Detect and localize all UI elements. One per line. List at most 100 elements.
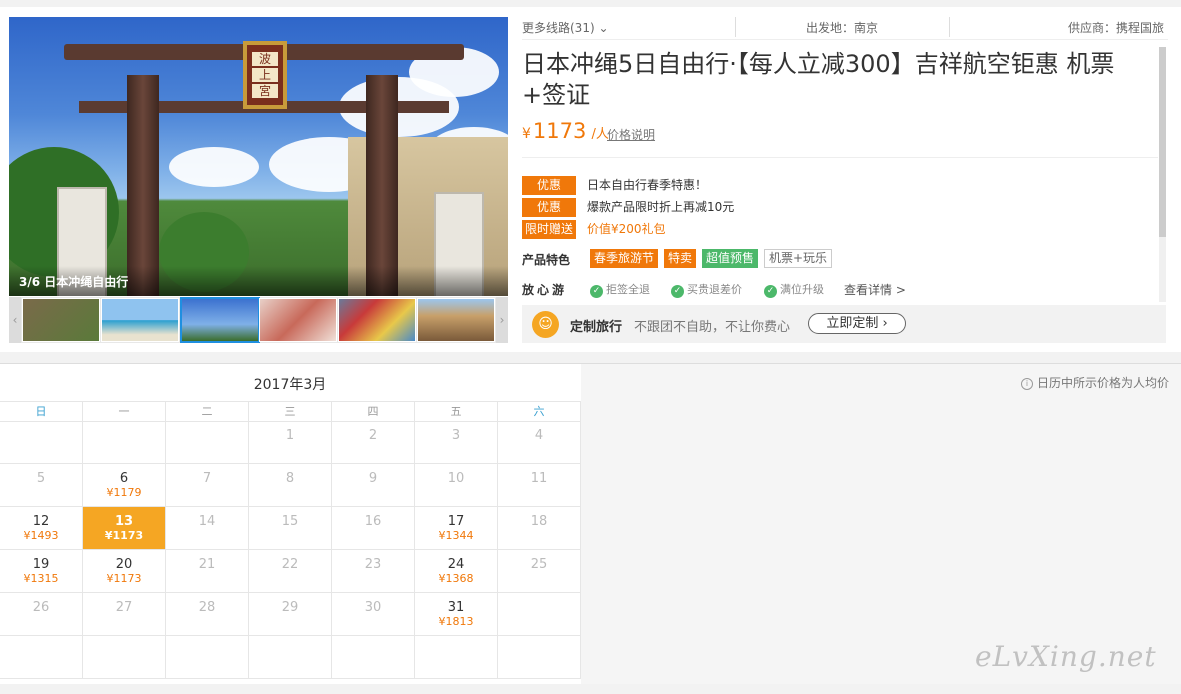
weekday-label: 三 [249,402,332,421]
calendar-day: 8 [249,464,332,507]
departure-city: 出发地：南京 [806,21,879,35]
custom-now-button[interactable]: 立即定制 › [808,313,906,334]
calendar-empty-cell [0,421,83,464]
promo-text: 价值¥200礼包 [587,222,666,236]
thumbnail[interactable] [22,298,100,342]
assurance-text: 拒签全退 [606,283,650,296]
info-header: 更多线路(31) ⌄ 出发地：南京 供应商：携程国旅 [522,17,1168,40]
more-lines-label: 更多线路(31) [522,21,595,35]
divider [522,157,1158,158]
feature-tag[interactable]: 超值预售 [702,249,759,268]
thumbnail[interactable] [101,298,179,342]
weekday-label: 五 [415,402,498,421]
calendar-empty-cell [166,636,249,679]
calendar-empty-cell [0,636,83,679]
torii-pillar [127,75,159,296]
weekday-label: 四 [332,402,415,421]
day-number: 18 [530,514,548,529]
day-number: 3 [451,428,461,443]
product-title: 日本冲绳5日自由行·【每人立减300】吉祥航空钜惠 机票+签证 [522,50,1115,109]
calendar-day[interactable]: 31 ¥1813 [415,593,498,636]
calendar-day: 1 [249,421,332,464]
hero-photo[interactable]: 波 上 宮 3/6 日本冲绳自由行 [9,17,508,296]
features-label: 产品特色 [522,253,571,267]
day-price: ¥1179 [106,486,142,499]
day-number: 30 [364,600,382,615]
thumbnail-active[interactable] [180,297,260,343]
day-price: ¥1315 [23,572,59,585]
day-number: 28 [198,600,216,615]
divider [735,17,736,37]
day-number: 21 [198,557,216,572]
calendar-day[interactable]: 24 ¥1368 [415,550,498,593]
day-number: 2 [368,428,378,443]
calendar-day: 25 [498,550,581,593]
promo-text: 爆款产品限时折上再减10元 [587,200,735,214]
day-number: 25 [530,557,548,572]
shrine-plaque: 波 上 宮 [243,41,287,109]
day-price: ¥1813 [438,615,474,628]
prev-thumb-arrow[interactable]: ‹ [9,297,21,343]
day-number: 4 [534,428,544,443]
feature-tag[interactable]: 春季旅游节 [590,249,659,268]
assurance-text: 满位升级 [780,283,824,296]
feature-tag[interactable]: 特卖 [664,249,697,268]
promo-tag: 优惠 [522,176,576,195]
custom-travel-icon: ☺ [532,311,559,338]
price: ¥1173 /人 [522,119,609,143]
calendar-day: 27 [83,593,166,636]
custom-travel-bar: ☺ 定制旅行 不跟团不自助，不让你费心 立即定制 › [522,305,1166,343]
scrollbar-thumb[interactable] [1159,47,1166,237]
thumbnail[interactable] [259,298,337,342]
day-number: 12 [32,514,50,529]
thumbnail[interactable] [338,298,416,342]
price-note-link[interactable]: 价格说明 [607,126,655,143]
calendar-empty-cell [498,593,581,636]
watermark: eLvXing.net [975,640,1157,673]
calendar-day[interactable]: 12 ¥1493 [0,507,83,550]
weekday-label: 六 [498,402,581,421]
day-price: ¥1173 [106,572,142,585]
see-details-link[interactable]: 查看详情 > [844,281,906,298]
plaque-char: 波 [252,52,278,66]
calendar-day[interactable]: 17 ¥1344 [415,507,498,550]
next-thumb-arrow[interactable]: › [496,297,508,343]
calendar-day: 21 [166,550,249,593]
price-calendar: 2017年3月 日一二三四五六 1 2 3 4 5 6 ¥1179 7 8 9 10 11 12 ¥149… [0,363,1181,684]
calendar-empty-cell [249,636,332,679]
calendar-day: 22 [249,550,332,593]
day-number: 8 [285,471,295,486]
chevron-down-icon: ⌄ [598,21,609,35]
calendar-note: i 日历中所示价格为人均价 [1020,374,1169,391]
day-price: ¥1344 [438,529,474,542]
calendar-empty-cell [83,636,166,679]
weekday-header: 日一二三四五六 [0,401,581,422]
thumbnail-strip: ‹ › [9,297,508,343]
calendar-note-text: 日历中所示价格为人均价 [1036,376,1169,390]
calendar-empty-cell [166,421,249,464]
calendar-day: 15 [249,507,332,550]
day-number: 16 [364,514,382,529]
plaque-char: 上 [252,68,278,82]
plaque-char: 宮 [252,84,278,98]
day-number: 9 [368,471,378,486]
more-lines-dropdown[interactable]: 更多线路(31) ⌄ [522,19,609,36]
thumbnail[interactable] [417,298,495,342]
calendar-day: 28 [166,593,249,636]
calendar-day[interactable]: 13 ¥1173 [83,507,166,550]
info-icon: i [1020,378,1033,390]
calendar-day[interactable]: 19 ¥1315 [0,550,83,593]
custom-travel-title: 定制旅行 [570,320,623,335]
calendar-day[interactable]: 6 ¥1179 [83,464,166,507]
day-number: 31 [447,600,465,615]
day-number: 10 [447,471,465,486]
product-panel: 波 上 宮 3/6 日本冲绳自由行 ‹ › 更多线路(31) ⌄ 出发地：南京 … [0,7,1181,352]
promo-tag: 限时赠送 [522,220,576,239]
calendar-day[interactable]: 20 ¥1173 [83,550,166,593]
photo-caption: 3/6 日本冲绳自由行 [19,275,129,289]
day-number: 19 [32,557,50,572]
feature-tag[interactable]: 机票+玩乐 [764,249,833,268]
day-number: 20 [115,557,133,572]
calendar-day: 11 [498,464,581,507]
calendar-day: 3 [415,421,498,464]
